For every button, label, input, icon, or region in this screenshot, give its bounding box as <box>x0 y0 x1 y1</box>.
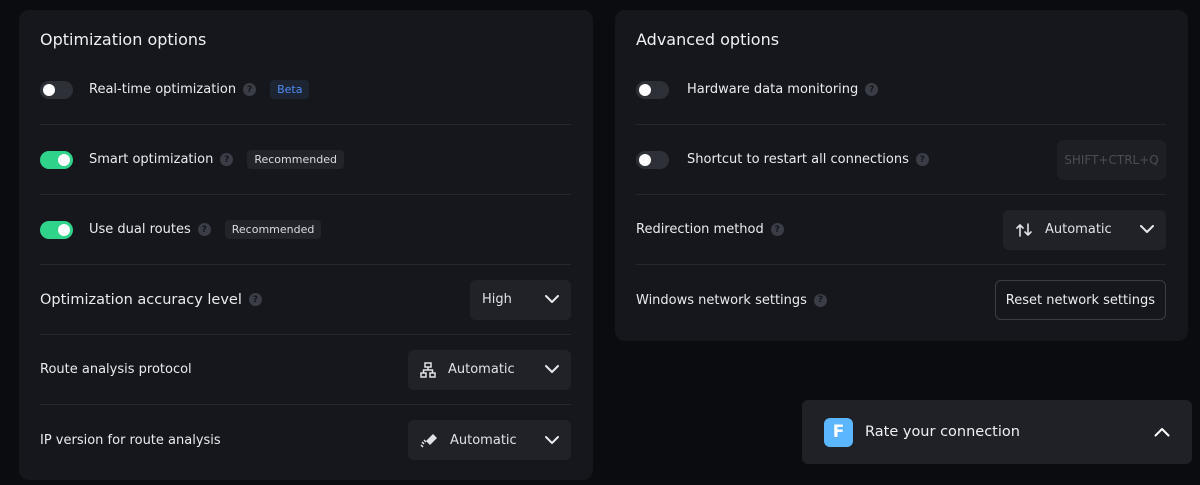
restart-shortcut-label: Shortcut to restart all connections <box>687 152 909 167</box>
row-windows-network: Windows network settings ? Reset network… <box>636 265 1166 335</box>
toggle-knob <box>639 153 651 166</box>
route-protocol-select[interactable]: Automatic <box>408 349 571 390</box>
row-redirection-method: Redirection method ? Automatic <box>636 195 1166 265</box>
accuracy-level-select[interactable]: High <box>470 279 571 320</box>
realtime-optimization-toggle[interactable] <box>40 80 73 99</box>
row-accuracy-level: Optimization accuracy level ? High <box>40 265 571 335</box>
row-ip-version: IP version for route analysis Automatic <box>40 405 571 475</box>
optimization-options-title: Optimization options <box>40 30 207 49</box>
row-restart-shortcut: Shortcut to restart all connections ? SH… <box>636 125 1166 195</box>
toggle-knob <box>639 83 651 96</box>
route-ip-icon <box>420 432 438 448</box>
help-icon[interactable]: ? <box>243 83 257 96</box>
hardware-monitoring-toggle[interactable] <box>636 80 669 99</box>
chevron-down-icon <box>545 295 559 304</box>
route-protocol-value: Automatic <box>448 362 515 377</box>
chevron-up-icon[interactable] <box>1154 427 1170 437</box>
ip-version-select[interactable]: Automatic <box>408 420 571 460</box>
dual-routes-toggle[interactable] <box>40 220 73 239</box>
dual-routes-label: Use dual routes <box>89 222 191 237</box>
logo-letter: F <box>832 422 845 442</box>
help-icon[interactable]: ? <box>220 153 234 166</box>
toggle-knob <box>43 83 55 96</box>
ip-version-value: Automatic <box>450 432 517 448</box>
toggle-knob <box>58 223 70 236</box>
chevron-down-icon <box>1140 225 1154 234</box>
help-icon[interactable]: ? <box>865 83 879 96</box>
toggle-knob <box>58 153 70 166</box>
rate-connection-text: Rate your connection <box>865 424 1020 440</box>
ip-version-label: IP version for route analysis <box>40 432 221 448</box>
accuracy-level-label: Optimization accuracy level <box>40 291 242 308</box>
beta-badge: Beta <box>270 80 310 99</box>
row-dual-routes: Use dual routes ? Recommended <box>40 195 571 265</box>
help-icon[interactable]: ? <box>915 153 929 166</box>
optimization-options-panel: Optimization options Real-time optimizat… <box>19 10 593 480</box>
chevron-down-icon <box>545 365 559 374</box>
shortcut-keys-field[interactable]: SHIFT+CTRL+Q <box>1057 139 1166 180</box>
restart-shortcut-toggle[interactable] <box>636 150 669 169</box>
row-realtime-optimization: Real-time optimization ? Beta <box>40 55 571 125</box>
smart-optimization-toggle[interactable] <box>40 150 73 169</box>
rate-connection-bar[interactable]: F Rate your connection <box>802 400 1192 464</box>
advanced-options-panel: Advanced options Hardware data monitorin… <box>615 10 1188 341</box>
row-route-protocol: Route analysis protocol Automatic <box>40 335 571 405</box>
swap-arrows-icon <box>1015 222 1033 238</box>
reset-network-settings-button[interactable]: Reset network settings <box>994 280 1166 320</box>
row-hardware-monitoring: Hardware data monitoring ? <box>636 55 1166 125</box>
app-logo-icon: F <box>824 417 853 447</box>
accuracy-level-value: High <box>482 292 512 307</box>
network-icon <box>420 361 436 378</box>
recommended-badge: Recommended <box>224 220 322 239</box>
redirection-method-select[interactable]: Automatic <box>1003 209 1166 250</box>
redirection-method-label: Redirection method <box>636 222 764 237</box>
help-icon[interactable]: ? <box>770 223 784 236</box>
recommended-badge: Recommended <box>247 150 344 169</box>
windows-network-label: Windows network settings <box>636 292 807 308</box>
help-icon[interactable]: ? <box>197 223 211 236</box>
route-protocol-label: Route analysis protocol <box>40 362 192 377</box>
chevron-down-icon <box>545 435 559 445</box>
row-smart-optimization: Smart optimization ? Recommended <box>40 125 571 195</box>
advanced-options-title: Advanced options <box>636 30 780 49</box>
hardware-monitoring-label: Hardware data monitoring <box>687 82 859 97</box>
realtime-optimization-label: Real-time optimization <box>89 82 237 97</box>
help-icon[interactable]: ? <box>813 293 827 307</box>
smart-optimization-label: Smart optimization <box>89 152 214 167</box>
redirection-method-value: Automatic <box>1045 222 1112 237</box>
help-icon[interactable]: ? <box>248 293 262 306</box>
